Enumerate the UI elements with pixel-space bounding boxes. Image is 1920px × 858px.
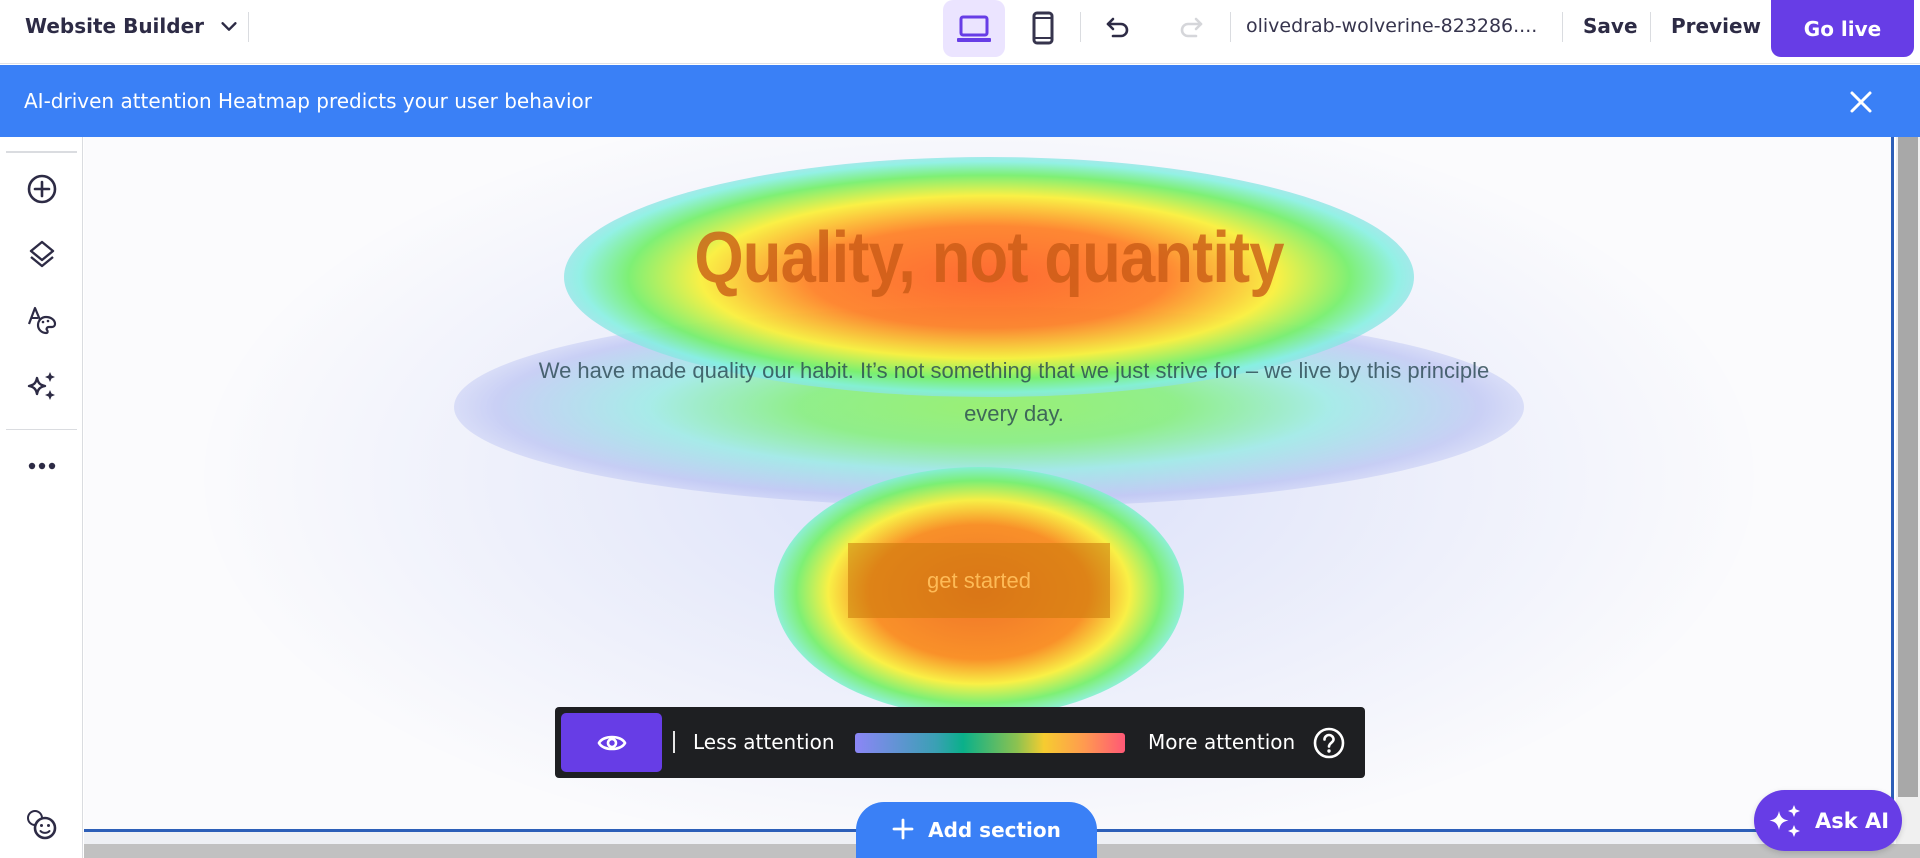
- sidebar-item-add-element[interactable]: [22, 169, 62, 209]
- mobile-view-button[interactable]: [1028, 8, 1058, 48]
- divider: [1562, 12, 1563, 42]
- heatmap-legend: Less attention More attention: [555, 707, 1365, 778]
- feedback-icon: [27, 810, 57, 840]
- divider: [6, 151, 77, 153]
- help-icon[interactable]: [1313, 727, 1345, 759]
- layers-icon: [29, 240, 55, 268]
- more-attention-label: More attention: [1148, 730, 1296, 754]
- ask-ai-button[interactable]: Ask AI: [1754, 790, 1902, 851]
- phone-icon: [1032, 11, 1054, 45]
- laptop-icon: [957, 15, 991, 42]
- styles-icon: [27, 306, 57, 335]
- website-builder-menu[interactable]: Website Builder: [25, 14, 240, 38]
- heatmap-info-banner: AI-driven attention Heatmap predicts you…: [0, 65, 1920, 137]
- save-button[interactable]: Save: [1583, 14, 1638, 38]
- divider: [248, 12, 249, 42]
- undo-icon: [1106, 17, 1129, 38]
- sidebar-item-ai-tools[interactable]: [22, 366, 62, 406]
- sparkles-icon: [27, 372, 55, 400]
- redo-button[interactable]: [1175, 12, 1207, 44]
- less-attention-label: Less attention: [693, 730, 835, 754]
- divider: [1080, 12, 1081, 42]
- sidebar-item-layers[interactable]: [22, 234, 62, 274]
- sidebar-item-styles[interactable]: [22, 300, 62, 340]
- attention-gradient-scale: [855, 733, 1125, 753]
- undo-button[interactable]: [1102, 12, 1134, 44]
- eye-icon: [597, 735, 626, 750]
- canvas-border: [1891, 137, 1894, 831]
- more-icon: [28, 462, 56, 470]
- scrollbar-thumb[interactable]: [1898, 137, 1918, 797]
- ask-ai-label: Ask AI: [1814, 808, 1890, 833]
- close-icon[interactable]: [1848, 89, 1874, 115]
- sidebar-item-more[interactable]: [22, 446, 62, 486]
- add-circle-icon: [27, 174, 57, 204]
- brand-label: Website Builder: [25, 14, 205, 38]
- hero-headline[interactable]: Quality, not quantity: [193, 217, 1786, 299]
- vertical-scrollbar[interactable]: [1896, 137, 1920, 844]
- banner-message: AI-driven attention Heatmap predicts you…: [24, 89, 593, 113]
- site-domain[interactable]: olivedrab-wolverine-823286....: [1246, 15, 1537, 37]
- redo-icon: [1180, 17, 1203, 38]
- divider: [673, 731, 675, 753]
- divider: [1230, 12, 1231, 42]
- add-section-button[interactable]: Add section: [856, 802, 1097, 858]
- sidebar-item-feedback[interactable]: [22, 805, 62, 845]
- toggle-heatmap-button[interactable]: [561, 713, 662, 772]
- preview-button[interactable]: Preview: [1671, 14, 1761, 38]
- divider: [6, 429, 77, 430]
- add-section-label: Add section: [928, 818, 1061, 842]
- go-live-button[interactable]: Go live: [1771, 0, 1914, 57]
- sparkles-icon: [1769, 804, 1800, 837]
- hero-paragraph[interactable]: We have made quality our habit. It’s not…: [514, 349, 1514, 435]
- chevron-down-icon: [221, 22, 237, 31]
- divider: [1650, 12, 1651, 42]
- desktop-view-button[interactable]: [943, 0, 1005, 57]
- top-toolbar: Website Builder olivedrab-wolverine-8232…: [0, 0, 1920, 64]
- plus-icon: [892, 818, 914, 840]
- get-started-button[interactable]: get started: [848, 543, 1110, 618]
- left-sidebar: [0, 137, 83, 858]
